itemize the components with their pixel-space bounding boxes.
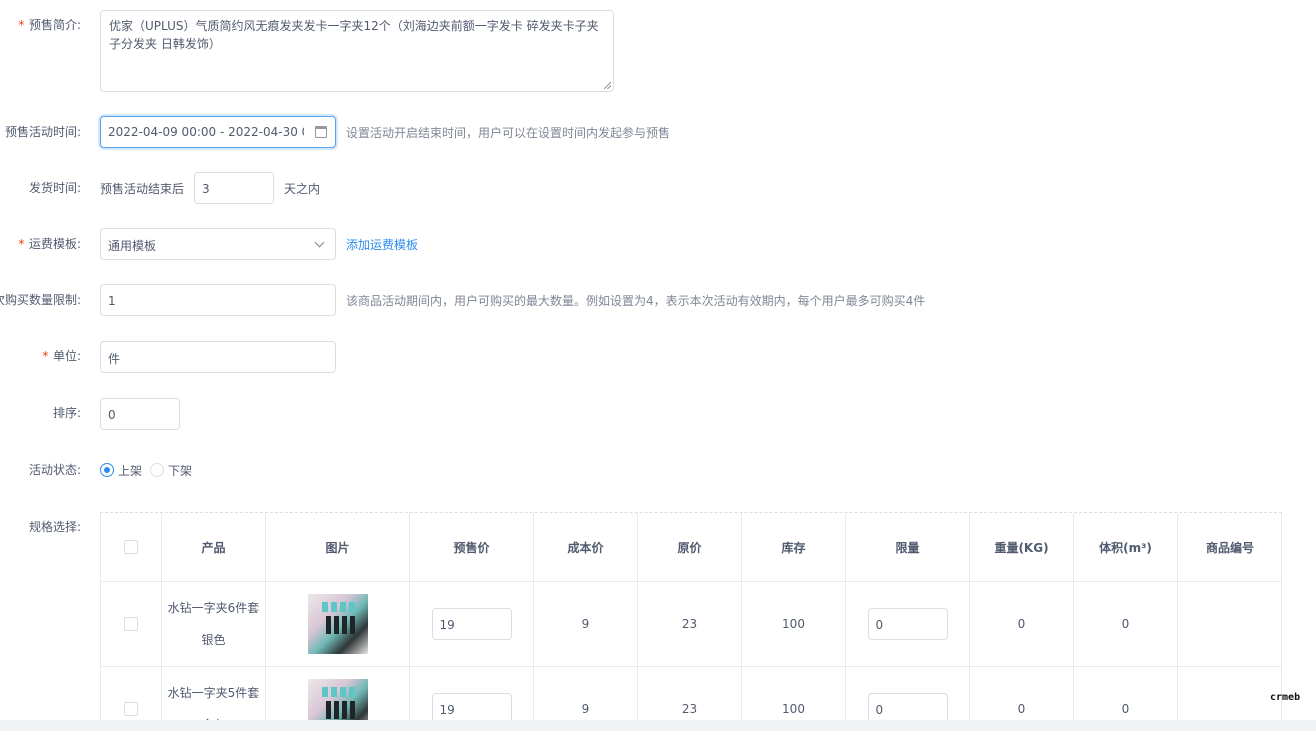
required-mark: * [17, 18, 25, 32]
ship-days-value: 3 [202, 182, 210, 196]
header-image: 图片 [266, 513, 410, 582]
original-price-cell: 23 [638, 582, 742, 667]
status-off-label[interactable]: 下架 [168, 462, 192, 479]
limit-cell: 0 [846, 582, 970, 667]
spec-label: 规格选择: [28, 520, 81, 534]
purchase-limit-value: 1 [108, 294, 116, 308]
product-name-cell: 水钻一字夹6件套 银色 [162, 582, 266, 667]
ship-suffix: 天之内 [284, 182, 321, 196]
header-stock: 库存 [742, 513, 846, 582]
header-select-all [101, 513, 162, 582]
status-label: 活动状态: [28, 463, 81, 477]
cost-cell: 9 [534, 582, 638, 667]
brand-logo: crmeb [1270, 692, 1301, 703]
row-checkbox[interactable] [124, 617, 138, 631]
table-row: 水钻一字夹6件套 银色 19 9 23 100 0 0 0 [101, 582, 1281, 667]
select-all-checkbox[interactable] [124, 540, 138, 554]
required-mark: * [41, 349, 49, 363]
time-label: 预售活动时间: [4, 125, 81, 139]
date-range-value: 2022-04-09 00:00 - 2022-04-30 00:00 [108, 125, 304, 139]
calendar-icon[interactable] [315, 126, 327, 138]
header-code: 商品编号 [1178, 513, 1281, 582]
header-original-price: 原价 [638, 513, 742, 582]
status-on-label[interactable]: 上架 [118, 462, 142, 479]
limit-label: 单次购买数量限制: [0, 293, 81, 307]
header-presale-price: 预售价 [410, 513, 534, 582]
product-thumbnail [307, 594, 368, 654]
resize-handle-icon[interactable] [604, 82, 611, 89]
status-radio-on[interactable] [100, 463, 114, 477]
weight-cell: 0 [970, 582, 1074, 667]
footer-bar [0, 720, 1316, 731]
freight-selected-value: 通用模板 [108, 239, 157, 253]
code-cell [1178, 582, 1281, 667]
header-cost: 成本价 [534, 513, 638, 582]
presale-price-cell: 19 [410, 582, 534, 667]
spec-table: 产品 图片 预售价 成本价 原价 库存 限量 重量(KG) 体积(m³) 商品编… [100, 512, 1282, 731]
header-product: 产品 [162, 513, 266, 582]
ship-prefix: 预售活动结束后 [100, 182, 185, 196]
sort-value: 0 [108, 408, 116, 422]
freight-label: * 运费模板: [17, 237, 81, 251]
unit-value: 件 [108, 352, 121, 366]
sort-input[interactable]: 0 [100, 398, 180, 430]
intro-text: 优家（UPLUS）气质简约风无痕发夹发卡一字夹12个（刘海边夹前额一字发卡 碎发… [109, 19, 599, 51]
time-hint: 设置活动开启结束时间，用户可以在设置时间内发起参与预售 [346, 126, 671, 140]
header-volume: 体积(m³) [1074, 513, 1178, 582]
ship-days-input[interactable]: 3 [194, 172, 274, 204]
ship-label: 发货时间: [28, 181, 81, 195]
freight-select[interactable]: 通用模板 [100, 228, 336, 260]
limit-input[interactable]: 0 [867, 608, 948, 640]
volume-cell: 0 [1074, 582, 1178, 667]
intro-label: * 预售简介: [17, 18, 81, 32]
limit-hint: 该商品活动期间内，用户可购买的最大数量。例如设置为4，表示本次活动有效期内，每个… [346, 294, 926, 308]
required-mark: * [17, 237, 25, 251]
add-freight-template-link[interactable]: 添加运费模板 [346, 236, 418, 253]
presale-price-input[interactable]: 19 [431, 608, 512, 640]
chevron-down-icon [314, 237, 325, 248]
row-checkbox[interactable] [124, 702, 138, 716]
unit-label: * 单位: [41, 349, 81, 363]
header-weight: 重量(KG) [970, 513, 1074, 582]
image-cell [266, 582, 410, 667]
unit-input[interactable]: 件 [100, 341, 336, 373]
date-range-picker[interactable]: 2022-04-09 00:00 - 2022-04-30 00:00 [100, 116, 336, 148]
row-select-cell [101, 582, 162, 667]
intro-textarea[interactable]: 优家（UPLUS）气质简约风无痕发夹发卡一字夹12个（刘海边夹前额一字发卡 碎发… [100, 10, 614, 92]
header-limit: 限量 [846, 513, 970, 582]
status-radio-off[interactable] [150, 463, 164, 477]
stock-cell: 100 [742, 582, 846, 667]
purchase-limit-input[interactable]: 1 [100, 284, 336, 316]
sort-label: 排序: [52, 406, 81, 420]
